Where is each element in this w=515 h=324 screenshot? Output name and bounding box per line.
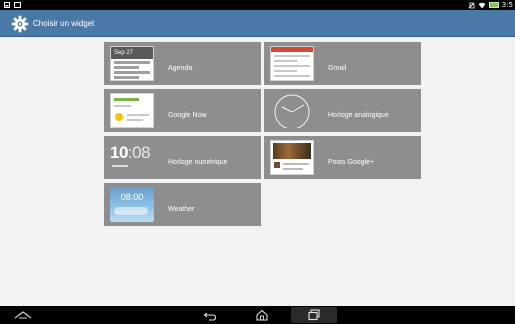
action-bar: Choisir un widget — [0, 10, 515, 37]
image-icon — [4, 2, 10, 8]
widget-label: Weather — [168, 206, 195, 213]
home-icon — [256, 309, 268, 321]
widget-google-plus-posts[interactable]: Posts Google+ — [264, 136, 421, 179]
google-plus-posts-preview — [270, 140, 314, 175]
widget-digital-clock[interactable]: 10:08 Horloge numérique — [104, 136, 261, 179]
wifi-icon — [478, 2, 486, 8]
digital-clock-preview: 10:08 — [110, 140, 154, 175]
agenda-preview: Sep 27 — [110, 46, 154, 81]
hide-keyboard-button[interactable] — [10, 307, 36, 323]
hide-keyboard-icon — [14, 311, 32, 319]
navigation-bar — [0, 306, 515, 324]
sun-icon — [115, 113, 123, 121]
widget-label: Posts Google+ — [328, 159, 375, 166]
widget-weather[interactable]: 08:00 Weather — [104, 183, 261, 226]
status-bar-right: 3:5 — [468, 0, 513, 10]
screenshot-icon — [14, 2, 21, 8]
widget-label: Google Now — [168, 112, 207, 119]
widget-label: Gmail — [328, 65, 347, 72]
widget-google-now[interactable]: Google Now — [104, 89, 261, 132]
recents-button[interactable] — [291, 307, 337, 323]
weather-preview: 08:00 — [110, 187, 154, 222]
widget-agenda[interactable]: Sep 27 Agenda — [104, 42, 261, 85]
clock-minutes: :08 — [127, 143, 151, 162]
widget-analog-clock[interactable]: Horloge analogique — [264, 89, 421, 132]
widget-list: Sep 27 Agenda Gmail Google Now Horloge a… — [0, 38, 515, 306]
widget-label: Agenda — [168, 65, 193, 72]
status-bar: 3:5 — [0, 0, 515, 10]
back-button[interactable] — [197, 307, 223, 323]
status-time: 3:5 — [501, 1, 513, 9]
gear-icon[interactable] — [11, 15, 29, 33]
agenda-preview-date: Sep 27 — [111, 47, 153, 59]
widget-gmail[interactable]: Gmail — [264, 42, 421, 85]
widget-label: Horloge analogique — [328, 112, 389, 119]
google-now-preview — [110, 93, 154, 128]
weather-preview-time: 08:00 — [120, 192, 144, 202]
battery-icon — [488, 2, 499, 8]
back-icon — [203, 312, 217, 321]
clock-hour: 10 — [110, 143, 128, 162]
no-sim-icon — [468, 2, 475, 8]
recents-icon — [308, 309, 320, 321]
analog-clock-preview — [274, 94, 310, 128]
widget-label: Horloge numérique — [168, 159, 228, 166]
cloud-icon — [114, 207, 148, 215]
page-title: Choisir un widget — [33, 19, 95, 28]
gmail-preview — [270, 46, 314, 81]
home-button[interactable] — [249, 307, 275, 323]
status-bar-left — [4, 0, 21, 10]
